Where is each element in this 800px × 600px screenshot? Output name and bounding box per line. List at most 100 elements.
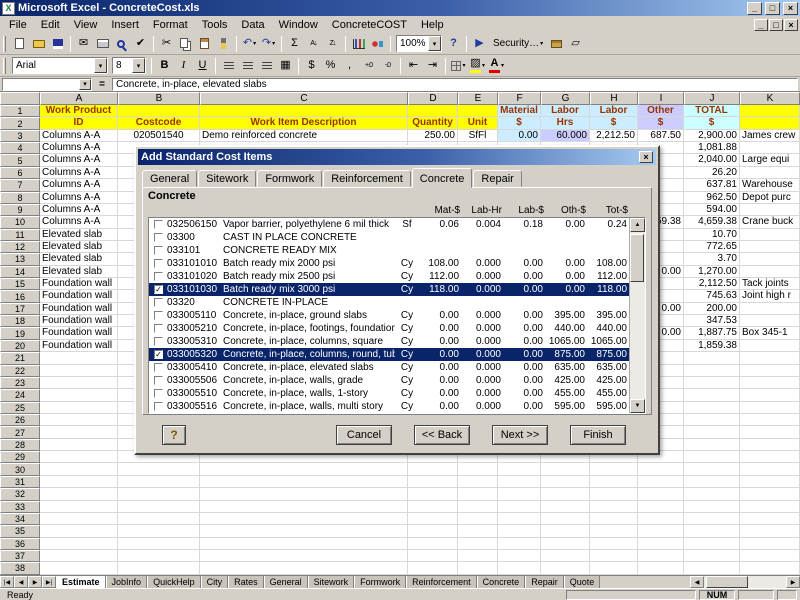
- cell-j21[interactable]: [684, 352, 740, 364]
- cell-k21[interactable]: [740, 352, 800, 364]
- cell-k5[interactable]: Large equi: [740, 154, 800, 166]
- cell-j6[interactable]: 26.20: [684, 167, 740, 179]
- cell-i1[interactable]: Other: [638, 105, 684, 117]
- cell-b33[interactable]: [118, 501, 200, 513]
- cell-a30[interactable]: [40, 463, 118, 475]
- cell-d31[interactable]: [408, 476, 458, 488]
- cell-h33[interactable]: [590, 501, 638, 513]
- cell-a27[interactable]: [40, 426, 118, 438]
- cell-b35[interactable]: [118, 525, 200, 537]
- cell-i2[interactable]: $: [638, 117, 684, 129]
- cell-j33[interactable]: [684, 501, 740, 513]
- cell-e2[interactable]: Unit: [458, 117, 498, 129]
- cell-i35[interactable]: [638, 525, 684, 537]
- cell-i37[interactable]: [638, 550, 684, 562]
- cell-j36[interactable]: [684, 538, 740, 550]
- scrollbar-track[interactable]: [630, 232, 645, 399]
- row-header-37[interactable]: 37: [0, 550, 40, 562]
- cell-a35[interactable]: [40, 525, 118, 537]
- item-checkbox[interactable]: [154, 402, 163, 411]
- cell-a17[interactable]: Foundation wall: [40, 303, 118, 315]
- cost-item-row[interactable]: 033005310Concrete, in-place, columns, sq…: [149, 335, 629, 348]
- cell-i32[interactable]: [638, 488, 684, 500]
- cell-a38[interactable]: [40, 562, 118, 574]
- decrease-decimal-button[interactable]: -.0: [378, 57, 397, 75]
- cell-j31[interactable]: [684, 476, 740, 488]
- redo-button[interactable]: ↷▾: [259, 35, 278, 53]
- row-header-17[interactable]: 17: [0, 303, 40, 315]
- cell-j14[interactable]: 1,270.00: [684, 266, 740, 278]
- cell-j29[interactable]: [684, 451, 740, 463]
- cell-k14[interactable]: [740, 266, 800, 278]
- font-name-combo[interactable]: Arial: [12, 57, 108, 74]
- workbook-restore-button[interactable]: □: [769, 19, 783, 31]
- column-header-j[interactable]: J: [684, 92, 740, 105]
- item-checkbox[interactable]: [154, 363, 163, 372]
- cell-j37[interactable]: [684, 550, 740, 562]
- cell-j15[interactable]: 2,112.50: [684, 278, 740, 290]
- cell-a3[interactable]: Columns A-A: [40, 130, 118, 142]
- cell-k1[interactable]: [740, 105, 800, 117]
- sheet-tab-quote[interactable]: Quote: [564, 576, 601, 588]
- row-header-14[interactable]: 14: [0, 266, 40, 278]
- row-header-3[interactable]: 3: [0, 130, 40, 142]
- row-header-21[interactable]: 21: [0, 352, 40, 364]
- row-header-30[interactable]: 30: [0, 463, 40, 475]
- cell-a2[interactable]: ID: [40, 117, 118, 129]
- cell-k30[interactable]: [740, 463, 800, 475]
- align-center-button[interactable]: [238, 57, 257, 75]
- row-header-26[interactable]: 26: [0, 414, 40, 426]
- finish-button[interactable]: Finish: [570, 425, 626, 445]
- cell-a19[interactable]: Foundation wall: [40, 327, 118, 339]
- cell-k13[interactable]: [740, 253, 800, 265]
- cell-k38[interactable]: [740, 562, 800, 574]
- cell-k16[interactable]: Joint high r: [740, 290, 800, 302]
- menu-file[interactable]: File: [2, 18, 34, 32]
- row-header-9[interactable]: 9: [0, 204, 40, 216]
- item-checkbox[interactable]: [154, 246, 163, 255]
- cost-item-row[interactable]: 03320CONCRETE IN-PLACE: [149, 296, 629, 309]
- cell-k24[interactable]: [740, 389, 800, 401]
- cell-d32[interactable]: [408, 488, 458, 500]
- cell-a25[interactable]: [40, 402, 118, 414]
- column-header-g[interactable]: G: [541, 92, 590, 105]
- cell-h31[interactable]: [590, 476, 638, 488]
- cell-e3[interactable]: SfFl: [458, 130, 498, 142]
- cost-item-row[interactable]: 033005410Concrete, in-place, elevated sl…: [149, 361, 629, 374]
- cell-k12[interactable]: [740, 241, 800, 253]
- row-header-15[interactable]: 15: [0, 278, 40, 290]
- item-checkbox[interactable]: [154, 376, 163, 385]
- cell-j18[interactable]: 347.53: [684, 315, 740, 327]
- row-header-28[interactable]: 28: [0, 439, 40, 451]
- select-all-corner[interactable]: [0, 92, 40, 105]
- cell-e33[interactable]: [458, 501, 498, 513]
- cell-k34[interactable]: [740, 513, 800, 525]
- row-header-29[interactable]: 29: [0, 451, 40, 463]
- font-color-button[interactable]: A▾: [487, 57, 506, 75]
- cell-c36[interactable]: [200, 538, 408, 550]
- copy-button[interactable]: [176, 35, 195, 53]
- cell-c1[interactable]: [200, 105, 408, 117]
- cell-j26[interactable]: [684, 414, 740, 426]
- row-header-32[interactable]: 32: [0, 488, 40, 500]
- zoom-combo[interactable]: 100%: [396, 35, 442, 52]
- cell-a11[interactable]: Elevated slab: [40, 229, 118, 241]
- column-header-e[interactable]: E: [458, 92, 498, 105]
- sort-descending-button[interactable]: Z↓: [323, 35, 342, 53]
- hscroll-track[interactable]: [704, 576, 786, 588]
- cell-g34[interactable]: [541, 513, 590, 525]
- menu-view[interactable]: View: [67, 18, 105, 32]
- close-button[interactable]: ×: [783, 2, 798, 15]
- cell-j32[interactable]: [684, 488, 740, 500]
- column-header-h[interactable]: H: [590, 92, 638, 105]
- cell-g36[interactable]: [541, 538, 590, 550]
- cell-c35[interactable]: [200, 525, 408, 537]
- cell-j16[interactable]: 745.63: [684, 290, 740, 302]
- title-bar[interactable]: Microsoft Excel - ConcreteCost.xls _ □ ×: [0, 0, 800, 16]
- cell-g32[interactable]: [541, 488, 590, 500]
- borders-button[interactable]: ▾: [449, 57, 468, 75]
- cell-i30[interactable]: [638, 463, 684, 475]
- security-button[interactable]: Security…▾: [489, 35, 547, 53]
- cost-item-row[interactable]: 03300CAST IN PLACE CONCRETE: [149, 231, 629, 244]
- tab-scroll-next[interactable]: ▶: [28, 576, 42, 588]
